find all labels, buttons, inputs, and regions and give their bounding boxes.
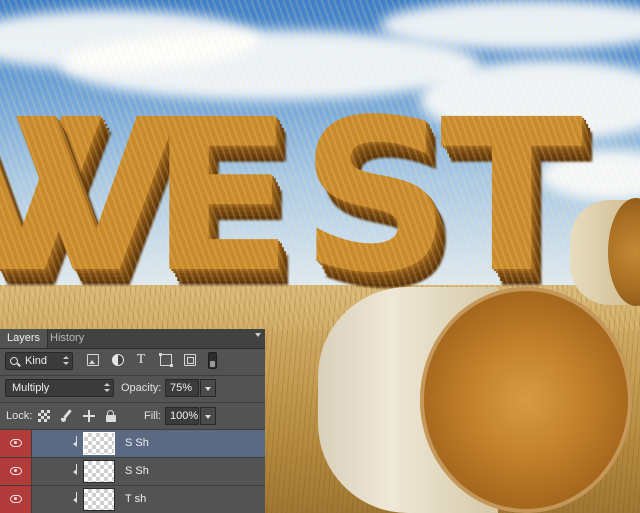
smart-object-filter-icon[interactable] <box>184 354 196 366</box>
image-filter-icon[interactable] <box>87 354 99 366</box>
tab-layers[interactable]: Layers <box>0 329 49 348</box>
lock-all-icon[interactable] <box>105 410 117 422</box>
filter-toggle-icon[interactable] <box>208 352 217 369</box>
fill-dropdown-icon[interactable] <box>200 407 216 425</box>
layer-name[interactable]: T sh <box>125 493 146 505</box>
lock-position-icon[interactable] <box>83 410 95 422</box>
layer-thumbnail[interactable] <box>83 432 115 455</box>
headline-letter: S <box>300 74 452 319</box>
type-filter-icon[interactable]: T <box>135 353 147 367</box>
updown-arrows-icon <box>63 356 69 366</box>
opacity-dropdown-icon[interactable] <box>200 379 216 397</box>
layer-row[interactable]: S Sh <box>0 429 265 457</box>
lock-transparent-icon[interactable] <box>38 410 50 422</box>
blend-mode-value: Multiply <box>12 382 50 394</box>
opacity-label: Opacity: <box>121 382 162 394</box>
panel-menu-icon[interactable] <box>255 333 261 337</box>
visibility-toggle[interactable] <box>0 486 32 513</box>
fill-label: Fill: <box>144 410 162 422</box>
lock-row: Lock: Fill: 100% <box>0 403 265 429</box>
opacity-input[interactable]: 75% <box>165 379 199 397</box>
visibility-toggle[interactable] <box>0 458 32 485</box>
filter-kind-label: Kind <box>25 355 48 367</box>
layer-row[interactable]: S Sh <box>0 457 265 485</box>
layer-name[interactable]: S Sh <box>125 465 149 477</box>
search-icon <box>10 357 18 365</box>
clipping-mask-icon <box>73 492 80 503</box>
eye-icon <box>10 467 22 475</box>
blend-mode-select[interactable]: Multiply <box>5 379 114 397</box>
adjustment-filter-icon[interactable] <box>112 354 124 366</box>
eye-icon <box>10 495 22 503</box>
blend-row: Multiply Opacity: 75% <box>0 376 265 402</box>
lock-image-icon[interactable] <box>61 410 73 422</box>
layer-filter-row: Kind T <box>0 349 265 375</box>
layer-thumbnail[interactable] <box>83 488 115 511</box>
shape-filter-icon[interactable] <box>159 353 173 367</box>
tab-history[interactable]: History <box>43 329 91 348</box>
visibility-toggle[interactable] <box>0 430 32 457</box>
panel-tab-bar: Layers History <box>0 329 265 349</box>
headline-letter: T <box>440 74 584 319</box>
updown-arrows-icon <box>104 383 110 393</box>
layer-row[interactable]: T sh <box>0 485 265 513</box>
layer-name[interactable]: S Sh <box>125 437 149 449</box>
clipping-mask-icon <box>73 464 80 475</box>
layer-thumbnail[interactable] <box>83 460 115 483</box>
headline-letter: E <box>150 74 294 319</box>
eye-icon <box>10 439 22 447</box>
clipping-mask-icon <box>73 436 80 447</box>
fill-input[interactable]: 100% <box>165 407 199 425</box>
hay-bale-large-face <box>420 287 632 513</box>
layer-list: S Sh S Sh T sh <box>0 429 265 513</box>
lock-label: Lock: <box>6 410 33 422</box>
filter-kind-select[interactable]: Kind <box>5 352 73 370</box>
layers-panel: Layers History Kind T Multiply Opacity: … <box>0 329 265 513</box>
